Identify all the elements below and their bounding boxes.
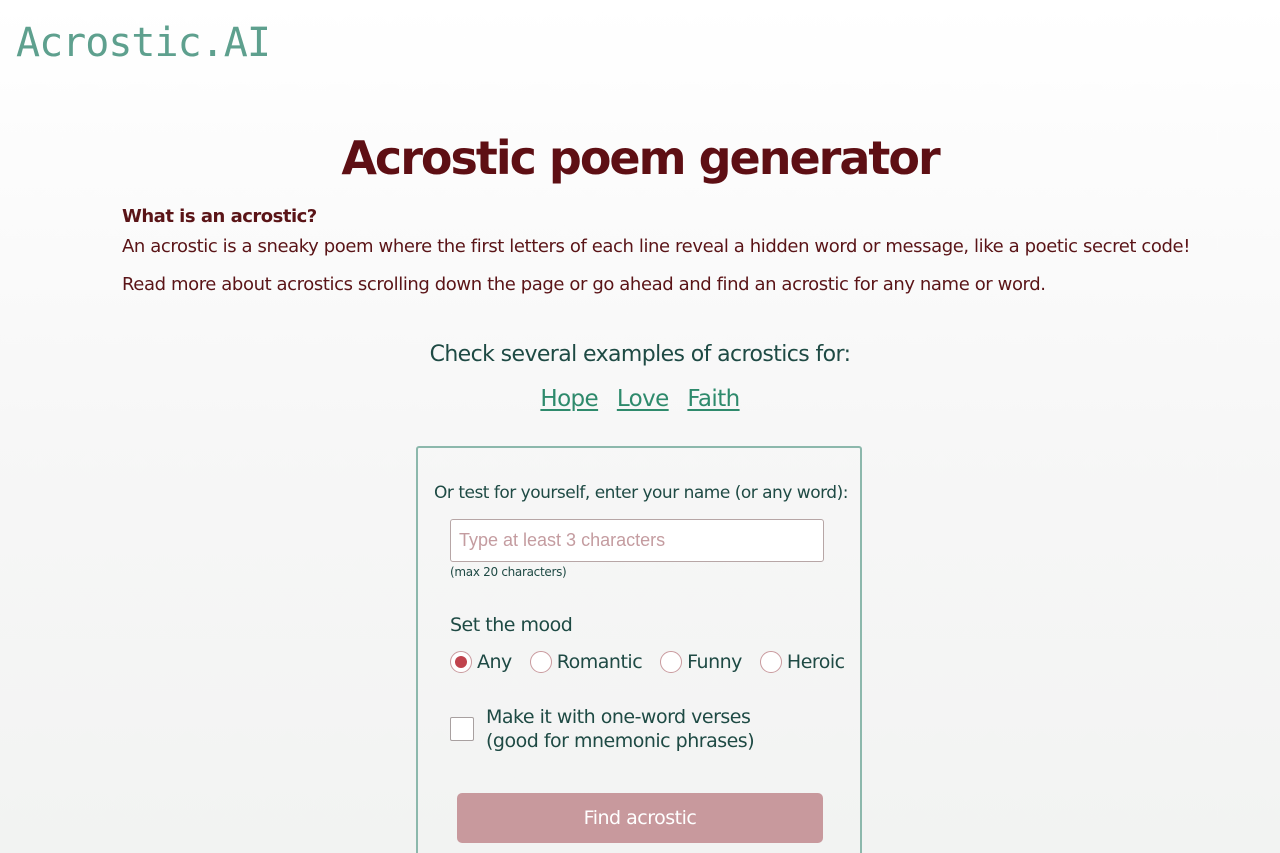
checkbox-label-line2: (good for mnemonic phrases) <box>486 730 755 752</box>
mood-option-label: Heroic <box>786 651 845 673</box>
example-link-faith[interactable]: Faith <box>687 386 740 412</box>
find-acrostic-button[interactable]: Find acrostic <box>457 793 823 843</box>
intro-section: What is an acrostic? An acrostic is a sn… <box>122 204 1191 298</box>
checkbox-label-line1: Make it with one-word verses <box>486 706 751 728</box>
mood-label: Set the mood <box>450 614 573 636</box>
one-word-verses-checkbox[interactable] <box>450 717 474 741</box>
example-link-hope[interactable]: Hope <box>540 386 598 412</box>
mood-option-heroic[interactable]: Heroic <box>759 649 845 675</box>
mood-option-label: Funny <box>687 651 742 673</box>
intro-read-more: Read more about acrostics scrolling down… <box>122 274 1046 295</box>
mood-option-funny[interactable]: Funny <box>660 649 742 675</box>
page-title: Acrostic poem generator <box>341 131 940 185</box>
site-logo[interactable]: Acrostic.AI <box>16 18 271 68</box>
radio-any[interactable] <box>450 651 472 673</box>
radio-romantic[interactable] <box>529 651 552 673</box>
mood-option-any[interactable]: Any <box>450 649 512 675</box>
max-length-note: (max 20 characters) <box>450 565 567 579</box>
acrostic-form: Or test for yourself, enter your name (o… <box>416 446 862 853</box>
intro-description: An acrostic is a sneaky poem where the f… <box>122 236 1191 257</box>
mood-radio-group: Any Romantic Funny Heroic <box>450 648 845 676</box>
intro-question: What is an acrostic? <box>122 206 317 227</box>
radio-heroic[interactable] <box>759 651 782 673</box>
example-links: Hope Love Faith <box>0 382 1280 416</box>
one-word-verses-option[interactable]: Make it with one-word verses (good for m… <box>450 705 755 753</box>
mood-option-romantic[interactable]: Romantic <box>529 649 643 675</box>
mood-option-label: Romantic <box>556 651 643 673</box>
one-word-verses-label: Make it with one-word verses (good for m… <box>486 705 755 753</box>
examples-heading: Check several examples of acrostics for: <box>429 342 851 367</box>
mood-option-label: Any <box>477 651 512 673</box>
name-input[interactable] <box>450 519 824 562</box>
form-prompt: Or test for yourself, enter your name (o… <box>434 483 848 503</box>
radio-funny[interactable] <box>660 651 683 673</box>
example-link-love[interactable]: Love <box>617 386 669 412</box>
